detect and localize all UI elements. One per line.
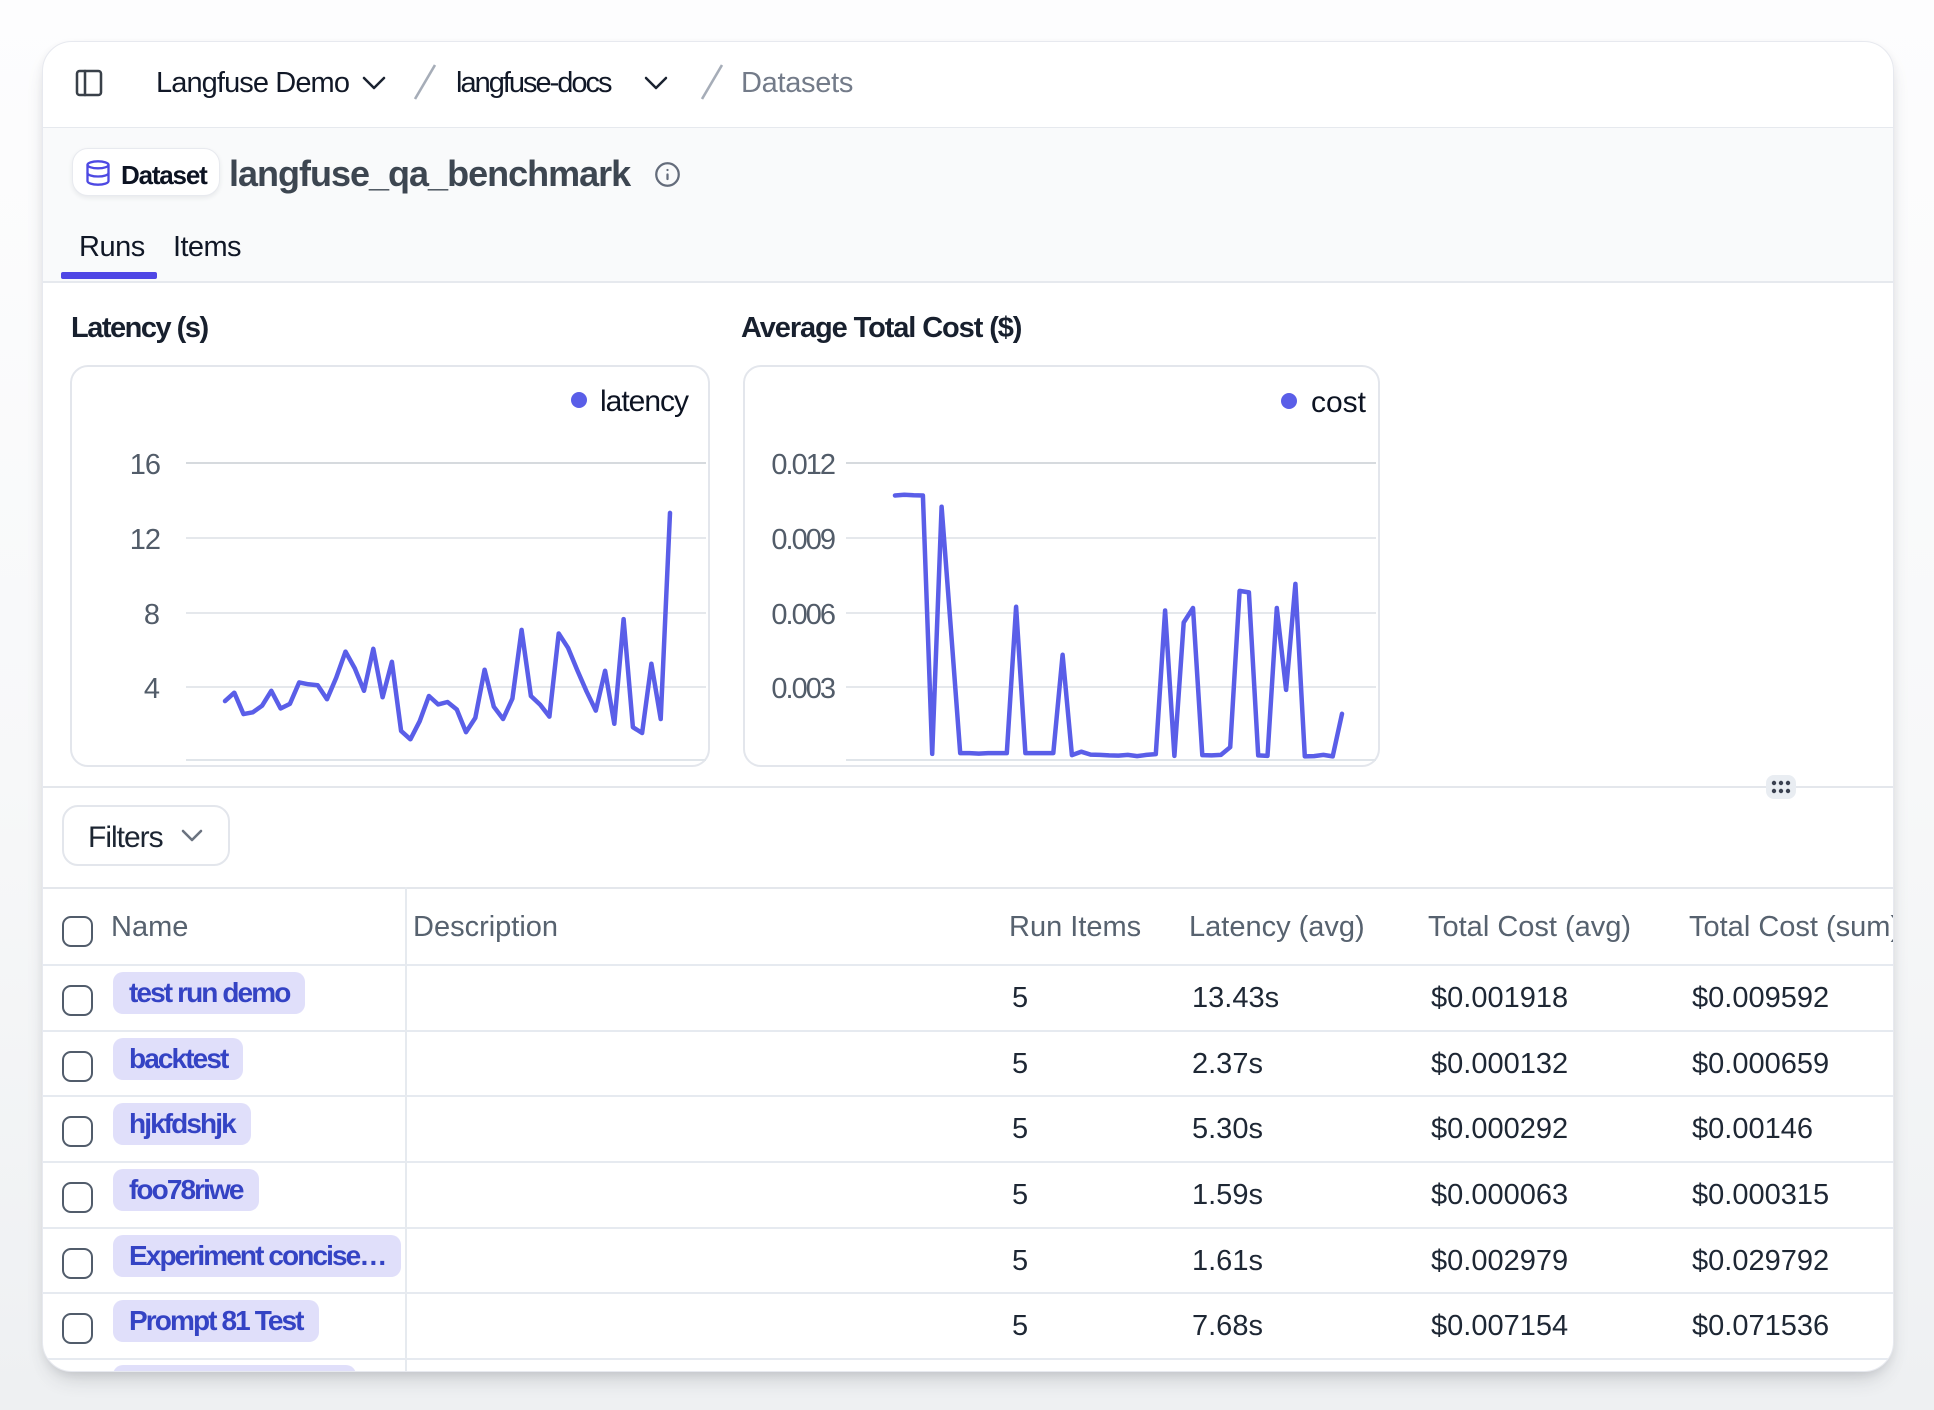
svg-text:latency: latency (600, 385, 689, 418)
svg-text:cost: cost (1311, 386, 1367, 419)
svg-text:0.003: 0.003 (771, 673, 834, 705)
svg-text:0.012: 0.012 (771, 449, 834, 481)
svg-text:0.009: 0.009 (771, 524, 834, 556)
svg-text:8: 8 (144, 599, 160, 631)
svg-text:0.006: 0.006 (771, 599, 834, 631)
svg-text:4: 4 (144, 673, 160, 705)
svg-text:16: 16 (130, 449, 160, 481)
svg-text:12: 12 (130, 524, 160, 556)
